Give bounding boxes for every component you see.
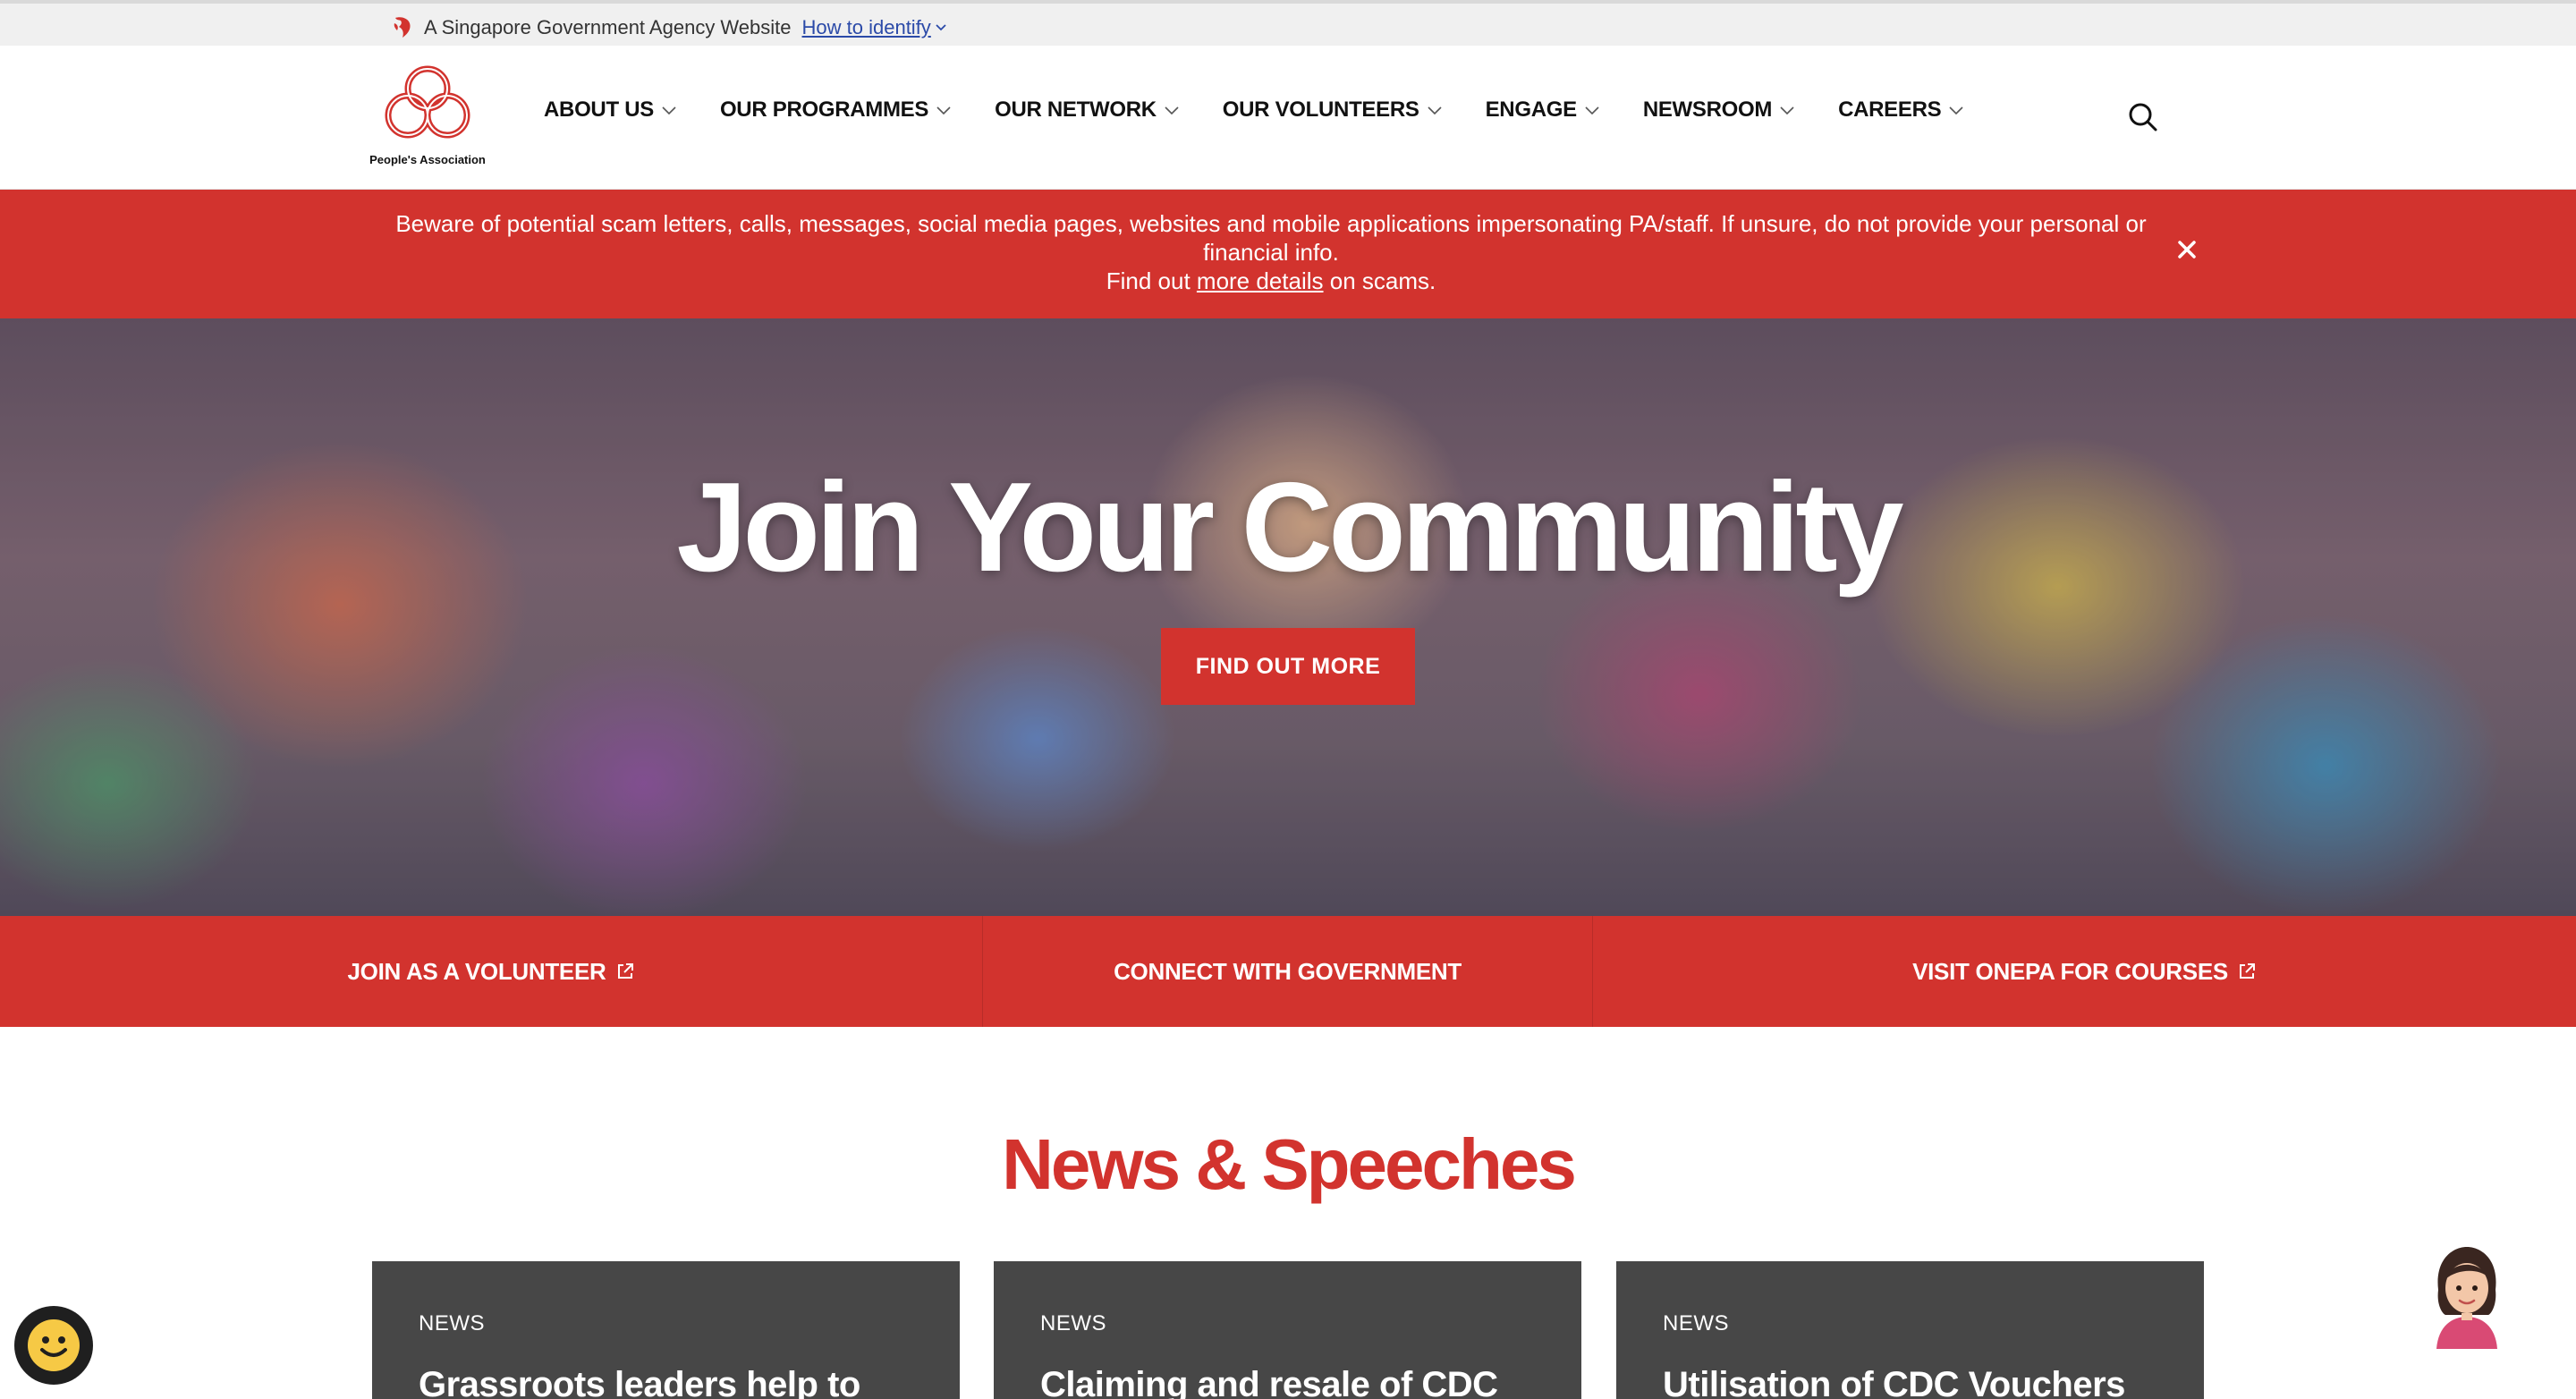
nav-item-label: NEWSROOM bbox=[1642, 98, 1773, 122]
chevron-down-icon bbox=[1428, 106, 1442, 115]
nav-item-engage[interactable]: ENGAGE bbox=[1486, 98, 1600, 123]
search-icon[interactable] bbox=[2127, 101, 2159, 133]
quick-link-label: JOIN AS A VOLUNTEER bbox=[347, 957, 606, 985]
lion-head-icon bbox=[394, 17, 411, 38]
nav-item-label: OUR NETWORK bbox=[995, 98, 1157, 122]
alert-text: Beware of potential scam letters, calls,… bbox=[385, 209, 2157, 295]
smiley-face-icon bbox=[28, 1319, 80, 1371]
card-category: NEWS bbox=[1040, 1311, 1106, 1335]
hero-title: Join Your Community bbox=[676, 456, 1903, 598]
site-header: People's Association ABOUT US OUR PROGRA… bbox=[0, 46, 2576, 190]
chevron-down-icon bbox=[936, 106, 951, 115]
external-link-icon bbox=[617, 963, 633, 979]
virtual-assistant-avatar-icon[interactable] bbox=[2426, 1243, 2508, 1351]
connect-with-government-link[interactable]: CONNECT WITH GOVERNMENT bbox=[982, 916, 1592, 1027]
nav-item-our-network[interactable]: OUR NETWORK bbox=[995, 98, 1180, 123]
nav-item-label: ABOUT US bbox=[544, 98, 654, 122]
alert-find-out: Find out more details on scams. bbox=[385, 267, 2157, 295]
card-category: NEWS bbox=[1663, 1311, 1729, 1335]
chevron-down-icon bbox=[1585, 106, 1599, 115]
alert-find-suffix: on scams. bbox=[1323, 267, 1436, 294]
nav-item-our-programmes[interactable]: OUR PROGRAMMES bbox=[720, 98, 952, 123]
external-link-icon bbox=[2239, 963, 2255, 979]
chevron-down-icon bbox=[662, 106, 676, 115]
quick-link-label: VISIT ONEPA FOR COURSES bbox=[1912, 957, 2228, 985]
card-title: Claiming and resale of CDC bbox=[1040, 1365, 1498, 1399]
chevron-down-icon[interactable] bbox=[935, 21, 947, 34]
visit-onepa-link[interactable]: VISIT ONEPA FOR COURSES bbox=[1592, 916, 2576, 1027]
nav-item-about-us[interactable]: ABOUT US bbox=[544, 98, 677, 123]
alert-find-prefix: Find out bbox=[1106, 267, 1197, 294]
pa-logo[interactable]: People's Association bbox=[365, 62, 490, 176]
feedback-widget-button[interactable] bbox=[14, 1306, 93, 1385]
card-category: NEWS bbox=[419, 1311, 485, 1335]
gov-masthead: A Singapore Government Agency Website Ho… bbox=[0, 0, 2576, 46]
news-section-title: News & Speeches bbox=[1002, 1124, 1577, 1204]
masthead-text: A Singapore Government Agency Website bbox=[424, 16, 792, 38]
nav-item-careers[interactable]: CAREERS bbox=[1838, 98, 1964, 123]
card-title: Utilisation of CDC Vouchers bbox=[1663, 1365, 2125, 1399]
news-card[interactable]: NEWS Grassroots leaders help to bbox=[372, 1261, 960, 1399]
nav-item-newsroom[interactable]: NEWSROOM bbox=[1643, 98, 1795, 123]
quick-link-label: CONNECT WITH GOVERNMENT bbox=[1114, 957, 1462, 985]
find-out-more-button[interactable]: FIND OUT MORE bbox=[1161, 628, 1415, 705]
logo-text: People's Association bbox=[369, 153, 486, 166]
pa-logo-icon bbox=[385, 65, 470, 139]
hero-banner: Join Your Community FIND OUT MORE bbox=[0, 318, 2576, 916]
chevron-down-icon bbox=[1780, 106, 1794, 115]
chevron-down-icon bbox=[1165, 106, 1179, 115]
scam-alert-banner: Beware of potential scam letters, calls,… bbox=[0, 190, 2576, 318]
chevron-down-icon bbox=[1949, 106, 1963, 115]
alert-message: Beware of potential scam letters, calls,… bbox=[395, 210, 2147, 266]
close-icon[interactable] bbox=[2172, 234, 2202, 265]
nav-item-label: CAREERS bbox=[1838, 98, 1942, 122]
nav-item-our-volunteers[interactable]: OUR VOLUNTEERS bbox=[1223, 98, 1443, 123]
hero-image bbox=[0, 318, 2576, 916]
card-title: Grassroots leaders help to bbox=[419, 1365, 860, 1399]
news-card[interactable]: NEWS Claiming and resale of CDC bbox=[994, 1261, 1581, 1399]
more-details-link[interactable]: more details bbox=[1197, 267, 1324, 294]
news-card[interactable]: NEWS Utilisation of CDC Vouchers bbox=[1616, 1261, 2204, 1399]
how-to-identify-link[interactable]: How to identify bbox=[802, 16, 931, 39]
join-as-volunteer-link[interactable]: JOIN AS A VOLUNTEER bbox=[0, 916, 982, 1027]
main-nav: ABOUT US OUR PROGRAMMES OUR NETWORK OUR … bbox=[544, 98, 2007, 123]
masthead-inner: A Singapore Government Agency Website Ho… bbox=[392, 14, 947, 41]
nav-item-label: OUR VOLUNTEERS bbox=[1222, 98, 1419, 122]
nav-item-label: OUR PROGRAMMES bbox=[719, 98, 929, 122]
quick-links-bar: JOIN AS A VOLUNTEER CONNECT WITH GOVERNM… bbox=[0, 916, 2576, 1027]
nav-item-label: ENGAGE bbox=[1485, 98, 1578, 122]
